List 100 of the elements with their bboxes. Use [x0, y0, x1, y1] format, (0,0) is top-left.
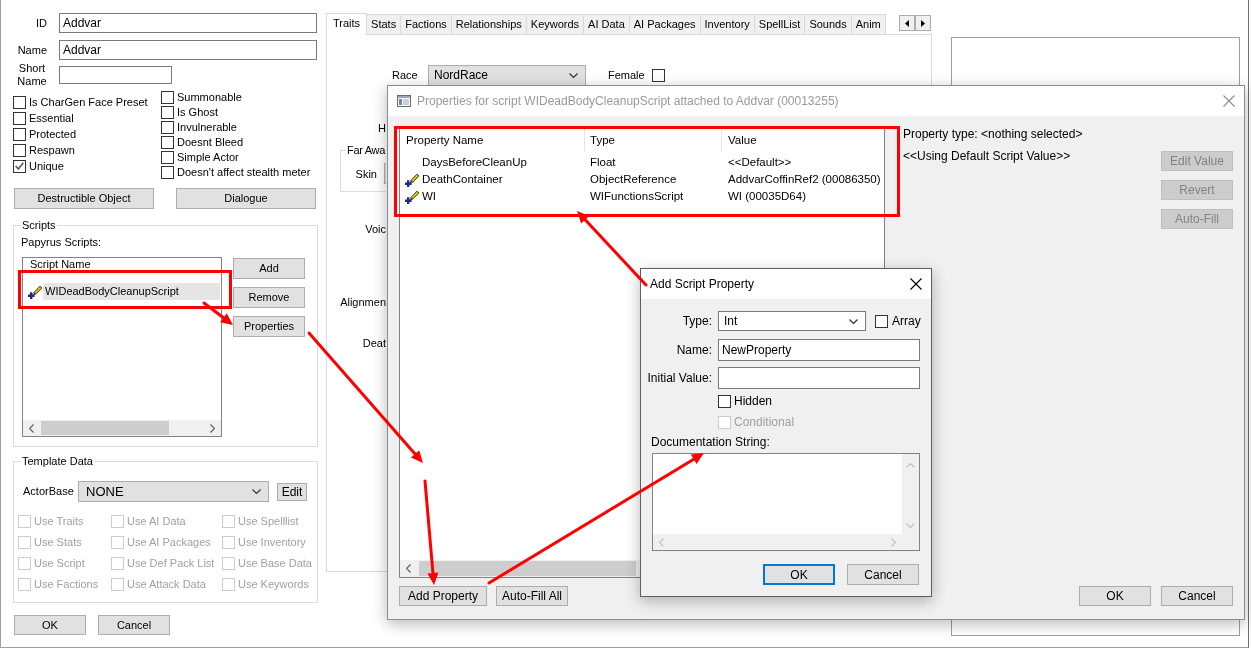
checkbox[interactable]: [161, 121, 174, 134]
chevron-down-icon: [569, 73, 578, 78]
checkbox-label: Is CharGen Face Preset: [29, 95, 148, 109]
ok-button[interactable]: OK: [14, 615, 86, 635]
checkbox[interactable]: [161, 136, 174, 149]
checkbox[interactable]: [13, 95, 26, 109]
field-label: Skin: [355, 166, 377, 181]
documentation-field[interactable]: [652, 453, 920, 551]
field-label: Short Name: [17, 62, 47, 88]
cancel-button[interactable]: Cancel: [98, 615, 170, 635]
tab[interactable]: AI Data: [583, 14, 630, 34]
checkbox-label: Array: [892, 313, 921, 329]
checkbox[interactable]: [13, 159, 26, 173]
chevron-left-icon: [406, 564, 411, 573]
checkbox[interactable]: [13, 111, 26, 125]
checkbox[interactable]: [161, 91, 174, 104]
field-label: Name: [17, 43, 47, 56]
checkbox[interactable]: [161, 166, 174, 179]
group-label: Template Data: [21, 455, 94, 468]
tab[interactable]: Keywords: [525, 14, 585, 34]
table-cell[interactable]: AddvarCoffinRef2 (00086350): [722, 171, 884, 188]
field-label: Initial Value:: [646, 370, 712, 386]
pencil-plus-icon: [405, 189, 419, 204]
dialogue-button[interactable]: Dialogue: [176, 188, 316, 209]
horizontal-scrollbar[interactable]: [23, 420, 221, 436]
table-cell[interactable]: Float: [585, 154, 722, 171]
tab[interactable]: Factions: [400, 14, 452, 34]
field-label: H: [378, 121, 386, 135]
checkbox-label: Simple Actor: [177, 151, 239, 164]
chevron-right-icon: [891, 537, 896, 547]
script-list[interactable]: Script Name WIDeadBodyCleanupScript: [22, 257, 222, 437]
checkbox[interactable]: [718, 395, 731, 408]
window-title: Add Script Property: [650, 277, 755, 291]
checkbox-label: Use Traits: [34, 515, 84, 528]
tab[interactable]: AI Packages: [628, 14, 701, 34]
id-field[interactable]: Addvar: [59, 13, 317, 33]
chevron-down-icon: [906, 523, 915, 528]
checkbox-label: Use Stats: [34, 536, 82, 549]
remove-button[interactable]: Remove: [233, 287, 305, 308]
tab[interactable]: Traits: [326, 13, 368, 35]
checkbox-label: Respawn: [29, 143, 75, 157]
table-cell[interactable]: WIFunctionsScript: [585, 188, 722, 205]
field-label: Deat: [362, 336, 386, 350]
scrollbar-thumb[interactable]: [41, 421, 169, 435]
pencil-plus-icon: [405, 172, 419, 187]
scroll-right-button[interactable]: [915, 15, 931, 31]
add-property-button[interactable]: Add Property: [399, 586, 487, 606]
tab[interactable]: SpellList: [753, 14, 806, 34]
edit-button[interactable]: Edit: [277, 482, 307, 501]
checkbox-label: Use Keywords: [238, 578, 309, 591]
ok-button[interactable]: OK: [763, 564, 835, 585]
tab[interactable]: Anim: [850, 14, 886, 34]
field-label: Documentation String:: [651, 436, 770, 449]
ok-button[interactable]: OK: [1079, 586, 1151, 606]
tab[interactable]: Relationships: [450, 14, 527, 34]
properties-button[interactable]: Properties: [233, 316, 305, 337]
column-header: Type: [585, 128, 722, 152]
list-label: Papyrus Scripts:: [21, 236, 103, 249]
checkbox[interactable]: [161, 151, 174, 164]
tab[interactable]: Inventory: [699, 14, 755, 34]
checkbox[interactable]: [13, 127, 26, 141]
table-cell[interactable]: <<Default>>: [722, 154, 884, 171]
checkbox-label: Use Spelllist: [238, 515, 299, 528]
field-label: Type:: [681, 313, 712, 329]
checkbox[interactable]: [651, 69, 665, 82]
triangle-right-icon: [921, 19, 925, 27]
field-label: Race: [392, 68, 418, 83]
add-button[interactable]: Add: [233, 258, 305, 279]
table-cell[interactable]: WI (00035D64): [722, 188, 884, 205]
field-label: Voic: [365, 222, 386, 236]
actor-base-dropdown[interactable]: NONE: [78, 481, 269, 502]
short-name-field[interactable]: [59, 66, 172, 84]
auto-fill-all-button[interactable]: Auto-Fill All: [496, 586, 568, 606]
initial-value-field[interactable]: [718, 367, 920, 389]
tab[interactable]: Sounds: [804, 14, 852, 34]
list-item[interactable]: WIDeadBodyCleanupScript: [43, 283, 220, 300]
checkbox-label: Use Base Data: [238, 557, 312, 570]
checkbox-label: Use AI Data: [127, 515, 186, 528]
cancel-button[interactable]: Cancel: [1161, 586, 1233, 606]
checkbox-label: Invulnerable: [177, 121, 237, 134]
table-cell[interactable]: WI: [422, 188, 585, 205]
field-label: Alignmen: [340, 295, 386, 309]
name-field[interactable]: NewProperty: [718, 339, 920, 361]
checkbox[interactable]: [875, 314, 888, 328]
table-cell[interactable]: ObjectReference: [585, 171, 722, 188]
checkbox[interactable]: [161, 106, 174, 119]
table-cell[interactable]: DeathContainer: [422, 171, 585, 188]
name-field[interactable]: Addvar: [59, 40, 317, 60]
race-dropdown[interactable]: NordRace: [428, 65, 586, 86]
checkbox-label: Conditional: [734, 416, 795, 429]
destructible-object-button[interactable]: Destructible Object: [14, 188, 154, 209]
chevron-down-icon: [849, 318, 858, 324]
scroll-left-button[interactable]: [899, 15, 915, 31]
field-label: ID: [36, 16, 47, 29]
checkbox[interactable]: [13, 143, 26, 157]
type-dropdown[interactable]: Int: [718, 311, 866, 331]
cancel-button[interactable]: Cancel: [847, 564, 919, 585]
scrollbar-thumb[interactable]: [419, 561, 636, 576]
table-cell[interactable]: DaysBeforeCleanUp: [422, 154, 585, 171]
group-label: Far Awa: [346, 143, 387, 157]
